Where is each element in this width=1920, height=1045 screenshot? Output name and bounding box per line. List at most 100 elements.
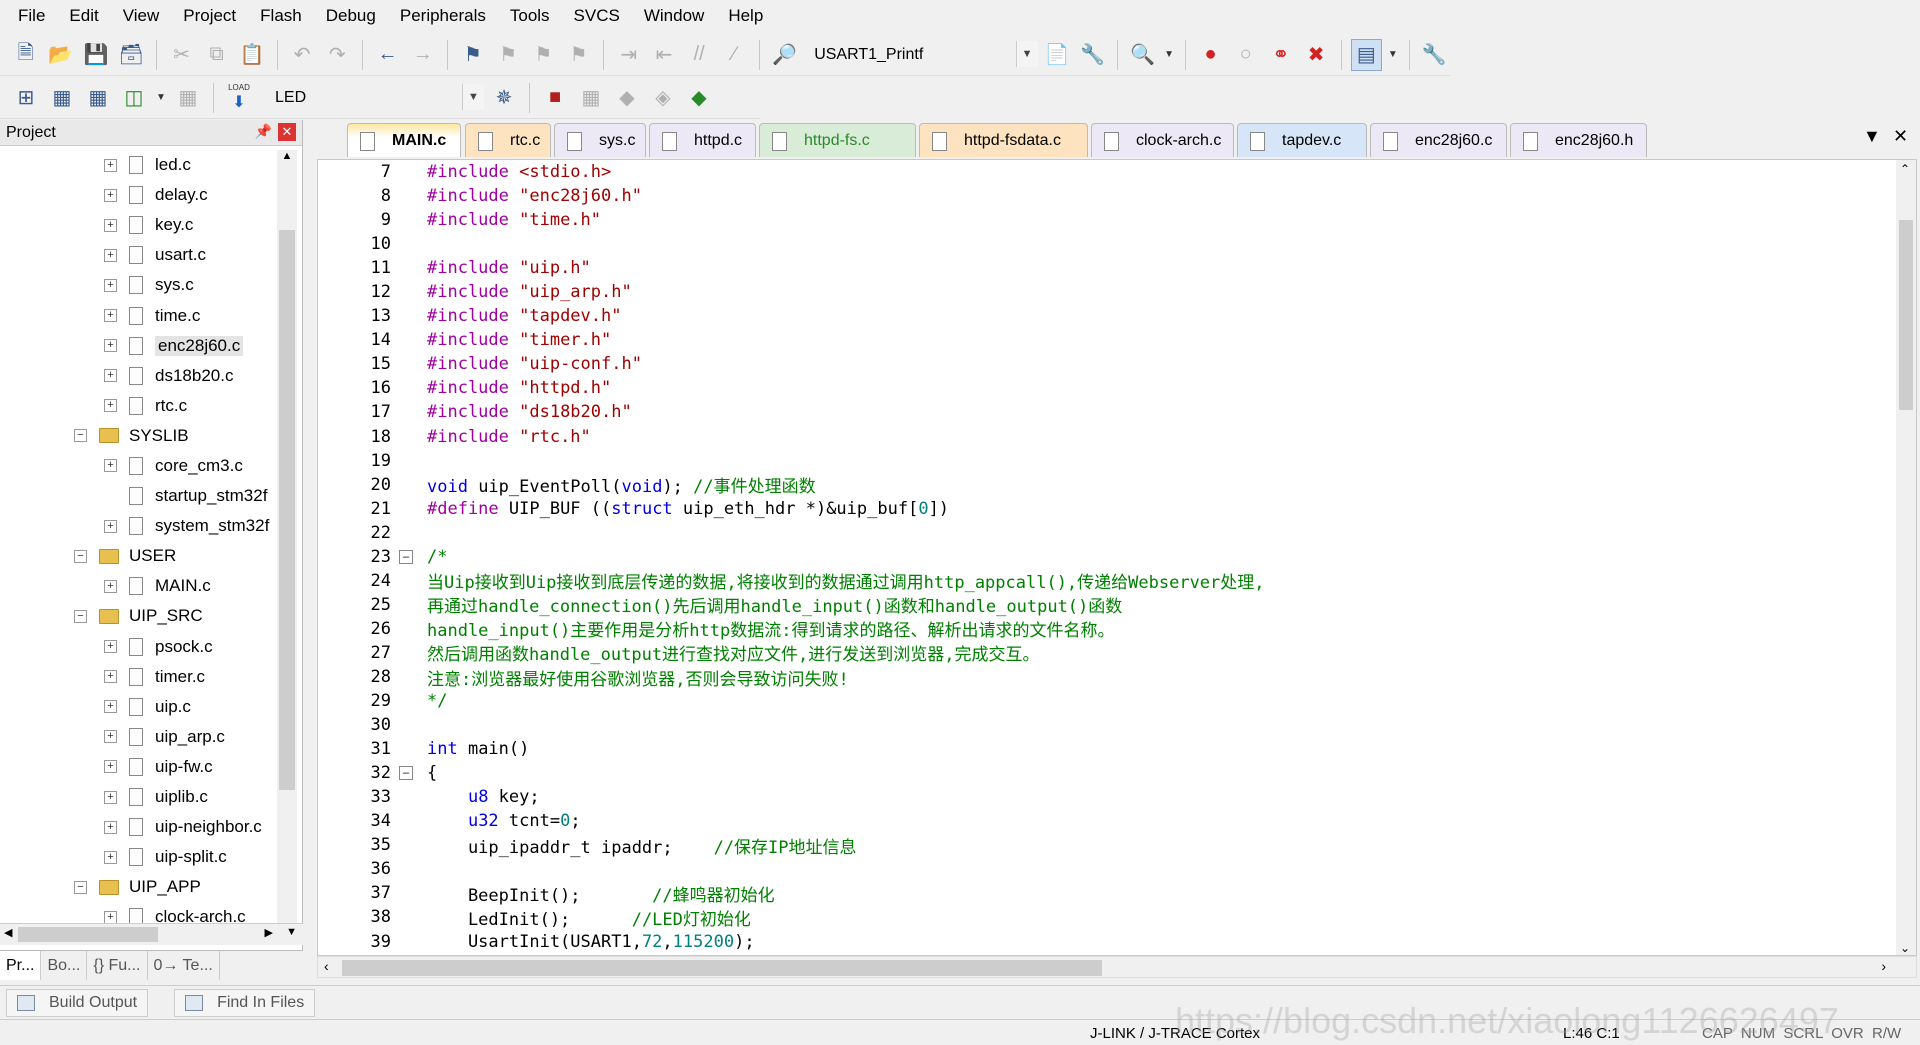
code-line[interactable]: 19: [318, 449, 1265, 473]
tree-file[interactable]: + time.c: [0, 300, 275, 330]
expand-icon[interactable]: +: [104, 188, 117, 202]
tree-file[interactable]: + sys.c: [0, 270, 275, 300]
code-editor[interactable]: 7 #include <stdio.h> 8 #include "enc28j60.h…: [317, 159, 1917, 956]
tab-rtc-c[interactable]: rtc.c: [465, 123, 551, 157]
menu-window[interactable]: Window: [632, 6, 716, 26]
code-line[interactable]: 30: [318, 713, 1265, 737]
menu-view[interactable]: View: [111, 6, 172, 26]
code-line[interactable]: 21 #define UIP_BUF ((struct uip_eth_hdr *…: [318, 497, 1265, 521]
code-line[interactable]: 34 u32 tcnt=0;: [318, 809, 1265, 833]
expand-icon[interactable]: +: [104, 579, 117, 593]
code-line[interactable]: 36: [318, 857, 1265, 881]
expand-icon[interactable]: +: [104, 850, 117, 864]
bookmark-next-icon[interactable]: ⚑: [528, 39, 559, 71]
project-vertical-scrollbar[interactable]: ▲: [277, 150, 297, 923]
expand-icon[interactable]: +: [104, 218, 117, 232]
code-line[interactable]: 11 #include "uip.h": [318, 256, 1265, 280]
scroll-up-icon[interactable]: ⌃: [1900, 162, 1910, 176]
code-line[interactable]: 37 BeepInit(); //蜂鸣器初始化: [318, 881, 1265, 906]
close-icon[interactable]: ✕: [1893, 126, 1908, 147]
code-line[interactable]: 32−{: [318, 761, 1265, 785]
editor-horizontal-scrollbar[interactable]: ‹ ›: [317, 956, 1917, 978]
chevron-down-icon[interactable]: ▼: [1386, 39, 1400, 71]
tree-file[interactable]: + delay.c: [0, 180, 275, 210]
open-file-icon[interactable]: 📂: [45, 39, 76, 71]
expand-icon[interactable]: +: [104, 700, 117, 714]
code-line[interactable]: 22: [318, 521, 1265, 545]
code-line[interactable]: 38 LedInit(); //LED灯初始化: [318, 905, 1265, 930]
code-line[interactable]: 20 void uip_EventPoll(void); //事件处理函数: [318, 473, 1265, 498]
breakpoint-disable-all-icon[interactable]: ⚭: [1265, 39, 1296, 71]
tab-build-output[interactable]: Build Output: [6, 988, 149, 1017]
window-layout-icon[interactable]: ▤: [1350, 38, 1382, 71]
chevron-down-icon[interactable]: ▼: [154, 82, 168, 114]
scroll-right-icon[interactable]: ▶: [265, 926, 273, 939]
tree-file[interactable]: + clock-arch.c: [0, 902, 275, 923]
tab-enc28j60-h[interactable]: enc28j60.h: [1510, 123, 1647, 157]
code-line[interactable]: 17 #include "ds18b20.h": [318, 400, 1265, 424]
tab-sys-c[interactable]: sys.c: [554, 123, 646, 157]
tree-file[interactable]: startup_stm32f: [0, 481, 275, 511]
expand-icon[interactable]: +: [104, 820, 117, 834]
tree-file[interactable]: + psock.c: [0, 632, 275, 662]
code-line[interactable]: 26 handle_input()主要作用是分析http数据流:得到请求的路径、解…: [318, 617, 1265, 642]
navigate-back-icon[interactable]: ←: [372, 39, 403, 71]
find-in-files-icon[interactable]: 🔎: [769, 39, 800, 71]
expand-icon[interactable]: +: [104, 910, 117, 923]
tree-file[interactable]: + MAIN.c: [0, 571, 275, 601]
menu-debug[interactable]: Debug: [314, 6, 388, 26]
tab-functions[interactable]: {} Fu...: [87, 951, 148, 980]
tree-file[interactable]: + rtc.c: [0, 391, 275, 421]
tree-file[interactable]: + timer.c: [0, 662, 275, 692]
tab-enc28j60-c[interactable]: enc28j60.c: [1370, 123, 1507, 157]
code-line[interactable]: 12 #include "uip_arp.h": [318, 280, 1265, 304]
expand-icon[interactable]: +: [104, 278, 117, 292]
bookmark-icon[interactable]: ⚑: [457, 39, 488, 71]
breakpoint-disable-icon[interactable]: ○: [1230, 39, 1261, 71]
menu-edit[interactable]: Edit: [57, 6, 110, 26]
tree-file[interactable]: + enc28j60.c: [0, 331, 275, 361]
code-line[interactable]: 27 然后调用函数handle_output进行查找对应文件,进行发送到浏览器,完…: [318, 641, 1265, 666]
expand-icon[interactable]: +: [104, 369, 117, 383]
expand-icon[interactable]: +: [104, 248, 117, 262]
tab-main-c[interactable]: MAIN.c: [347, 123, 461, 157]
tab-clock-arch-c[interactable]: clock-arch.c: [1091, 123, 1234, 157]
tree-file[interactable]: + system_stm32f: [0, 511, 275, 541]
tree-file[interactable]: + usart.c: [0, 240, 275, 270]
scroll-right-icon[interactable]: ›: [1881, 958, 1886, 974]
code-line[interactable]: 9 #include "time.h": [318, 208, 1265, 232]
redo-icon[interactable]: ↷: [322, 39, 353, 71]
project-horizontal-scrollbar[interactable]: ◀ ▶ ▼: [0, 923, 303, 945]
tree-folder[interactable]: − UIP_SRC: [0, 601, 275, 631]
rebuild-icon[interactable]: ▦: [82, 82, 114, 114]
function-combo[interactable]: USART1_Printf ▼: [808, 40, 1038, 69]
debug-session-icon[interactable]: 🔍: [1127, 39, 1158, 71]
expand-icon[interactable]: +: [104, 519, 117, 533]
tab-project[interactable]: Pr...: [0, 951, 42, 980]
copy-icon[interactable]: ⧉: [201, 39, 232, 71]
expand-icon[interactable]: +: [104, 459, 117, 473]
bookmark-clear-icon[interactable]: ⚑: [563, 39, 594, 71]
code-line[interactable]: 35 uip_ipaddr_t ipaddr; //保存IP地址信息: [318, 833, 1265, 858]
scrollbar-thumb[interactable]: [279, 230, 295, 790]
menu-file[interactable]: File: [6, 6, 57, 26]
editor-vertical-scrollbar[interactable]: ⌃ ⌄: [1896, 160, 1916, 955]
menu-flash[interactable]: Flash: [248, 6, 314, 26]
manage-components-icon[interactable]: ■: [539, 82, 571, 114]
pack-installer-icon[interactable]: ◈: [647, 82, 679, 114]
chevron-down-icon[interactable]: ▼: [1162, 39, 1176, 71]
breakpoint-kill-all-icon[interactable]: ✖: [1301, 39, 1332, 71]
code-line[interactable]: 28 注意:浏览器最好使用谷歌浏览器,否则会导致访问失败!: [318, 665, 1265, 690]
code-line[interactable]: 7 #include <stdio.h>: [318, 160, 1265, 184]
batch-build-icon[interactable]: ◫: [118, 82, 150, 114]
tree-folder[interactable]: − SYSLIB: [0, 421, 275, 451]
code-line[interactable]: 29 */: [318, 689, 1265, 713]
scroll-down-icon[interactable]: ▼: [286, 926, 297, 938]
close-icon[interactable]: ✕: [278, 123, 296, 141]
configure-icon[interactable]: 🔧: [1419, 39, 1450, 71]
code-line[interactable]: 16 #include "httpd.h": [318, 376, 1265, 400]
tree-folder[interactable]: − USER: [0, 541, 275, 571]
indent-icon[interactable]: ⇥: [613, 39, 644, 71]
uncomment-icon[interactable]: ∕: [719, 39, 750, 71]
target-combo[interactable]: LED ▼: [269, 83, 484, 112]
